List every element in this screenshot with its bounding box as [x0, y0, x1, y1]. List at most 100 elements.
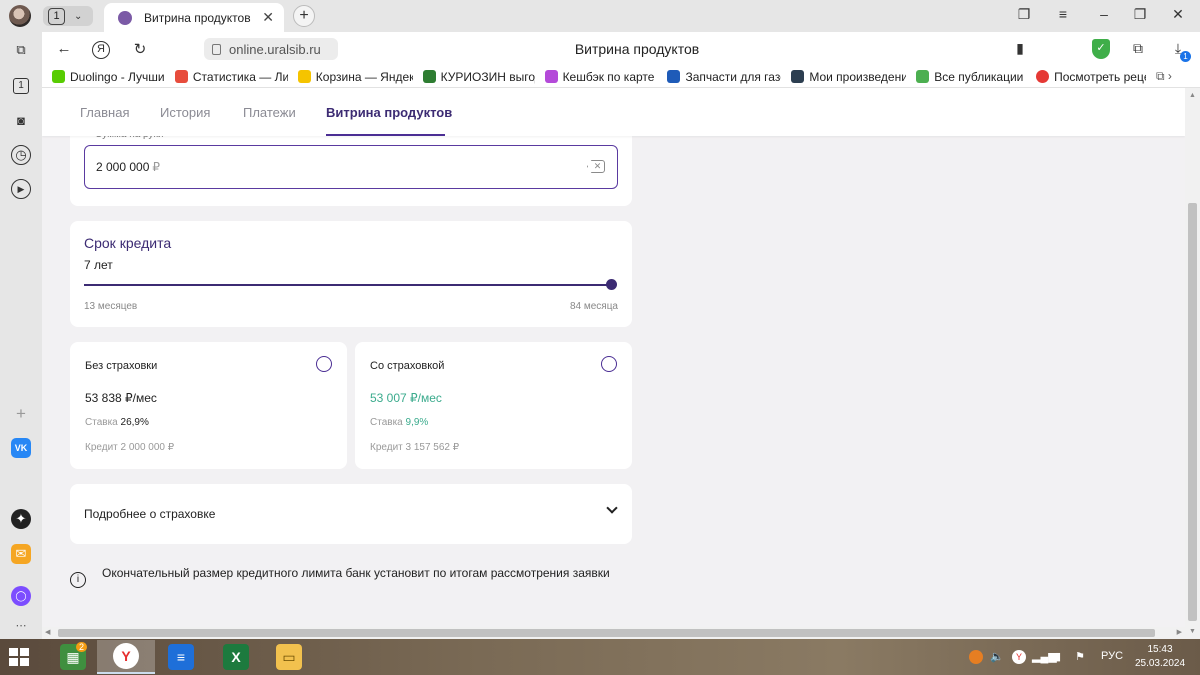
insurance-details-title: Подробнее о страховке [84, 507, 216, 521]
collections-icon[interactable]: ⧉ [11, 40, 31, 60]
browser-tab[interactable]: Витрина продуктов ✕ [104, 3, 284, 32]
nav-home[interactable]: Главная [80, 105, 129, 120]
bookmark-label: Корзина — Яндек [315, 69, 413, 84]
bookmark-label: Мои произведени [809, 69, 907, 84]
close-window-icon[interactable]: ✕ [1168, 6, 1188, 23]
site-favicon [118, 10, 132, 25]
vertical-scrollbar[interactable]: ▲ ▼ [1185, 88, 1200, 639]
tab-count: 1 [48, 7, 65, 25]
new-tab-button[interactable]: + [293, 5, 315, 27]
clock-date: 25.03.2024 [1134, 658, 1186, 669]
insurance-details-accordion[interactable]: Подробнее о страховке [70, 484, 632, 544]
market-icon [297, 70, 311, 83]
lock-icon [212, 43, 221, 55]
bookmarks-bar: Duolingo - Лучши Статистика — Лит Корзин… [42, 66, 1200, 88]
option-radio[interactable] [601, 356, 617, 372]
language-indicator[interactable]: РУС [1101, 650, 1123, 662]
term-slider-track[interactable] [84, 284, 612, 286]
address-page-title: Витрина продуктов [574, 41, 700, 57]
network-icon[interactable]: ▂▄▆ [1032, 650, 1057, 663]
bookmark-label: Все публикации [934, 69, 1024, 84]
app-badge: 2 [76, 642, 88, 652]
back-icon[interactable]: ← [54, 40, 74, 57]
reload-icon[interactable]: ↻ [130, 40, 150, 58]
nav-payments[interactable]: Платежи [243, 105, 296, 120]
bookmark-label: Посмотреть рецe [1054, 69, 1147, 84]
amount-currency: ₽ [152, 160, 161, 174]
bookmark-item[interactable]: Duolingo - Лучши [52, 70, 165, 84]
bookmark-item[interactable]: Статистика — Лит [174, 70, 288, 84]
vk-icon[interactable]: VK [11, 438, 31, 458]
bookmark-item[interactable]: Кешбэк по карте [544, 69, 658, 84]
stack-app-icon: ≡ [168, 644, 194, 670]
bookmark-label: КУРИОЗИН выгод [440, 69, 535, 84]
bookmark-item[interactable]: Мои произведени [791, 70, 906, 84]
rate-value: 26,9% [120, 417, 149, 428]
vertical-scroll-thumb[interactable] [1188, 203, 1197, 621]
amount-input[interactable]: 2 000 000 ₽ ✕ [84, 145, 618, 189]
mail-icon[interactable]: ✉ [11, 544, 31, 564]
flag-icon[interactable]: ⚑ [1075, 650, 1085, 663]
option-radio[interactable] [316, 356, 332, 372]
bookmark-icon[interactable]: ▮ [1010, 40, 1030, 57]
clear-input-icon[interactable]: ✕ [587, 160, 605, 173]
tabs-icon[interactable]: 1 [11, 76, 31, 96]
collections-icon[interactable]: ❐ [1014, 6, 1034, 23]
clock-time: 15:43 [1147, 644, 1173, 655]
bookmark-item[interactable]: Все публикации [916, 70, 1026, 84]
taskbar-app-yandex-browser[interactable]: Y [97, 640, 155, 674]
chevron-down-icon[interactable] [606, 502, 618, 514]
publications-icon [916, 70, 930, 83]
browser-titlebar: 1 ⌄ Витрина продуктов ✕ + ❐ ≡ – ❐ ✕ [0, 0, 1200, 32]
more-icon[interactable]: ⋯ [11, 615, 31, 635]
bookmark-item[interactable]: КУРИОЗИН выгод [422, 69, 535, 84]
tray-app-icon[interactable] [969, 650, 983, 664]
system-clock[interactable]: 15:43 25.03.2024 [1132, 643, 1188, 671]
play-icon[interactable]: ▶ [11, 179, 31, 199]
option-with-insurance[interactable]: Со страховкой 53 007 ₽/мес Ставка 9,9% К… [355, 342, 632, 469]
taskbar-app-explorer[interactable]: ▭ [260, 640, 318, 674]
yandex-icon[interactable]: Я [92, 41, 110, 59]
yandex-tray-icon[interactable]: Y [1012, 650, 1026, 664]
taskbar-app-stack[interactable]: ≡ [152, 640, 210, 674]
taskbar-app-excel[interactable]: X [207, 640, 265, 674]
rate-value: 9,9% [405, 417, 429, 428]
bookmark-label: Duolingo - Лучши [70, 69, 165, 84]
battery-icon[interactable]: ▮ [1055, 650, 1061, 663]
bookmark-label: Кешбэк по карте [562, 69, 655, 84]
menu-icon[interactable]: ≡ [1053, 6, 1073, 22]
extensions-icon[interactable]: ⧉ [1128, 40, 1148, 57]
taskbar-app-maps[interactable]: ▦ 2 [44, 640, 102, 674]
scroll-right-icon[interactable]: ▶ [1177, 628, 1182, 636]
term-slider-thumb[interactable] [606, 279, 617, 290]
protect-shield-icon[interactable]: ✓ [1092, 39, 1110, 59]
alice-icon[interactable]: ◯ [11, 586, 31, 606]
screenshot-icon[interactable]: ◙ [11, 110, 31, 130]
profile-avatar[interactable] [9, 5, 31, 27]
tab-counter[interactable]: 1 ⌄ [43, 6, 93, 26]
history-icon[interactable]: ◷ [11, 145, 31, 165]
windows-taskbar: ▦ 2 Y ≡ X ▭ 🔈 Y ▂▄▆ ▮ ⚑ РУС 15:43 25.03.… [0, 639, 1200, 675]
add-panel-icon[interactable]: + [11, 404, 31, 424]
bookmark-item[interactable]: Запчасти для газо [667, 70, 781, 84]
star-app-icon[interactable]: ✦ [11, 509, 31, 529]
nav-products[interactable]: Витрина продуктов [326, 105, 452, 120]
more-bookmarks-icon[interactable]: ⧉ › [1156, 69, 1190, 84]
scroll-left-icon[interactable]: ◀ [45, 628, 50, 636]
minimize-icon[interactable]: – [1094, 6, 1114, 22]
url-field[interactable]: online.uralsib.ru [204, 38, 338, 60]
option-no-insurance[interactable]: Без страховки 53 838 ₽/мес Ставка 26,9% … [70, 342, 347, 469]
scroll-up-icon[interactable]: ▲ [1189, 92, 1196, 99]
excel-icon: X [223, 644, 249, 670]
bookmark-item[interactable]: Корзина — Яндек [297, 69, 413, 84]
scroll-down-icon[interactable]: ▼ [1189, 628, 1196, 635]
close-tab-icon[interactable]: ✕ [262, 9, 274, 26]
address-bar: ← Я ↻ online.uralsib.ru Витрина продукто… [42, 32, 1200, 66]
restore-icon[interactable]: ❐ [1130, 6, 1150, 23]
volume-icon[interactable]: 🔈 [990, 650, 1004, 663]
horizontal-scroll-thumb[interactable] [58, 629, 1155, 637]
bookmark-item[interactable]: Посмотреть рецe [1036, 70, 1146, 84]
horizontal-scrollbar[interactable]: ◀ ▶ [42, 627, 1185, 639]
nav-history[interactable]: История [160, 105, 210, 120]
windows-start-icon[interactable] [9, 648, 29, 666]
